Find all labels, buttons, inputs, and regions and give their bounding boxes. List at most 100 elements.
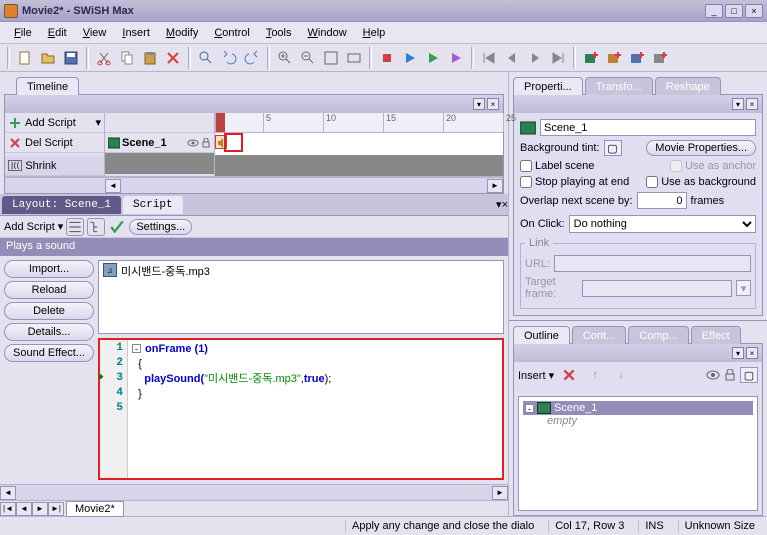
outline-options-icon[interactable]: ▢ — [740, 367, 758, 383]
shrink-button[interactable]: |⟨⟨Shrink — [5, 156, 104, 176]
audio-file-box[interactable]: ♫ 미시밴드-중독.mp3 — [98, 260, 504, 334]
paste-icon[interactable] — [139, 47, 161, 69]
panel-menu-icon[interactable]: ▾ — [473, 98, 485, 110]
movie-tab[interactable]: Movie2* — [66, 501, 124, 517]
delete-item-icon[interactable] — [558, 364, 580, 386]
on-click-select[interactable]: Do nothing — [569, 215, 756, 233]
move-down-icon[interactable]: ↓ — [610, 364, 632, 386]
play-scene-icon[interactable] — [422, 47, 444, 69]
import-button[interactable]: Import... — [4, 260, 94, 278]
add-script-dropdown[interactable]: Add Script ▾ — [4, 220, 63, 233]
details-button[interactable]: Details... — [4, 323, 94, 341]
first-tab-icon[interactable]: |◄ — [0, 502, 16, 516]
list-view-icon[interactable] — [66, 218, 84, 236]
menu-help[interactable]: Help — [355, 25, 394, 41]
menu-modify[interactable]: Modify — [158, 25, 206, 41]
panel-close-icon[interactable]: × — [746, 347, 758, 359]
bg-tint-picker[interactable]: ▢ — [604, 140, 622, 156]
menu-edit[interactable]: Edit — [40, 25, 75, 41]
fold-icon[interactable]: - — [132, 344, 141, 353]
delete-button[interactable]: Delete — [4, 302, 94, 320]
use-bg-checkbox[interactable]: Use as background — [646, 176, 756, 188]
lock-icon[interactable] — [201, 138, 211, 148]
overlap-input[interactable] — [637, 192, 687, 209]
tab-reshape[interactable]: Reshape — [655, 77, 721, 95]
tab-layout[interactable]: Layout: Scene_1 — [2, 196, 121, 214]
stop-playing-checkbox[interactable]: Stop playing at end — [520, 176, 629, 188]
scroll-left-icon[interactable]: ◄ — [0, 486, 16, 500]
tab-components[interactable]: Comp... — [628, 326, 689, 344]
scroll-left-icon[interactable]: ◄ — [105, 179, 121, 193]
play-icon[interactable] — [399, 47, 421, 69]
play-effect-icon[interactable] — [445, 47, 467, 69]
menu-tools[interactable]: Tools — [258, 25, 300, 41]
menu-control[interactable]: Control — [206, 25, 257, 41]
outline-scene-item[interactable]: - Scene_1 — [523, 401, 753, 415]
tab-effect[interactable]: Effect — [691, 326, 741, 344]
find-icon[interactable] — [195, 47, 217, 69]
tab-outline[interactable]: Outline — [513, 326, 570, 344]
tab-transform[interactable]: Transfo... — [585, 77, 653, 95]
new-icon[interactable] — [14, 47, 36, 69]
lock-icon[interactable] — [724, 369, 736, 381]
rewind-icon[interactable] — [478, 47, 500, 69]
movie-properties-button[interactable]: Movie Properties... — [646, 140, 756, 156]
tab-script[interactable]: Script — [123, 196, 183, 214]
last-tab-icon[interactable]: ►| — [48, 502, 64, 516]
undo-icon[interactable] — [218, 47, 240, 69]
label-scene-checkbox[interactable]: Label scene — [520, 160, 594, 172]
redo-icon[interactable] — [241, 47, 263, 69]
save-icon[interactable] — [60, 47, 82, 69]
close-button[interactable]: × — [745, 4, 763, 18]
step-back-icon[interactable] — [501, 47, 523, 69]
insert-scene-icon[interactable] — [580, 47, 602, 69]
editor-scrollbar[interactable]: ◄ ► — [0, 484, 508, 500]
tree-view-icon[interactable] — [87, 218, 105, 236]
eye-icon[interactable] — [187, 138, 199, 148]
zoom-in-icon[interactable] — [274, 47, 296, 69]
tab-timeline[interactable]: Timeline — [16, 77, 79, 95]
move-up-icon[interactable]: ↑ — [584, 364, 606, 386]
delete-icon[interactable] — [162, 47, 184, 69]
cut-icon[interactable] — [93, 47, 115, 69]
panel-close-icon[interactable]: × — [746, 98, 758, 110]
del-script-button[interactable]: Del Script — [5, 133, 104, 153]
scroll-right-icon[interactable]: ► — [492, 486, 508, 500]
collapse-icon[interactable]: - — [525, 404, 534, 413]
menu-window[interactable]: Window — [300, 25, 355, 41]
scene-name-input[interactable] — [540, 119, 756, 136]
menu-file[interactable]: File — [6, 25, 40, 41]
eye-icon[interactable] — [706, 369, 720, 381]
open-icon[interactable] — [37, 47, 59, 69]
timeline-scrollbar[interactable]: ◄ ► — [5, 177, 503, 193]
code-text[interactable]: -onFrame (1) { playSound("미시밴드-중독.mp3",t… — [128, 340, 502, 478]
timeline-ruler[interactable]: 1 5 10 15 20 25 — [215, 113, 503, 133]
scene-track-label[interactable]: Scene_1 — [105, 133, 214, 153]
reload-button[interactable]: Reload — [4, 281, 94, 299]
zoom-out-icon[interactable] — [297, 47, 319, 69]
tab-properties[interactable]: Properti... — [513, 77, 583, 95]
prev-tab-icon[interactable]: ◄ — [16, 502, 32, 516]
next-tab-icon[interactable]: ► — [32, 502, 48, 516]
add-script-button[interactable]: Add Script▾ — [5, 113, 104, 133]
menu-insert[interactable]: Insert — [114, 25, 158, 41]
insert-object-icon[interactable] — [603, 47, 625, 69]
maximize-button[interactable]: □ — [725, 4, 743, 18]
scroll-right-icon[interactable]: ► — [487, 179, 503, 193]
sound-effect-button[interactable]: Sound Effect... — [4, 344, 94, 362]
panel-close-icon[interactable]: × — [487, 98, 499, 110]
timeline-frames[interactable] — [215, 133, 503, 155]
zoom-100-icon[interactable] — [343, 47, 365, 69]
tab-content[interactable]: Cont... — [572, 326, 626, 344]
insert-dropdown[interactable]: Insert ▾ — [518, 369, 554, 382]
zoom-fit-icon[interactable] — [320, 47, 342, 69]
stop-icon[interactable] — [376, 47, 398, 69]
step-fwd-icon[interactable] — [524, 47, 546, 69]
code-editor[interactable]: 12345 -onFrame (1) { playSound("미시밴드-중독.… — [98, 338, 504, 480]
insert-button-icon[interactable] — [649, 47, 671, 69]
settings-button[interactable]: Settings... — [129, 219, 192, 235]
menu-view[interactable]: View — [75, 25, 115, 41]
copy-icon[interactable] — [116, 47, 138, 69]
panel-menu-icon[interactable]: ▾ — [732, 347, 744, 359]
check-icon[interactable] — [108, 218, 126, 236]
